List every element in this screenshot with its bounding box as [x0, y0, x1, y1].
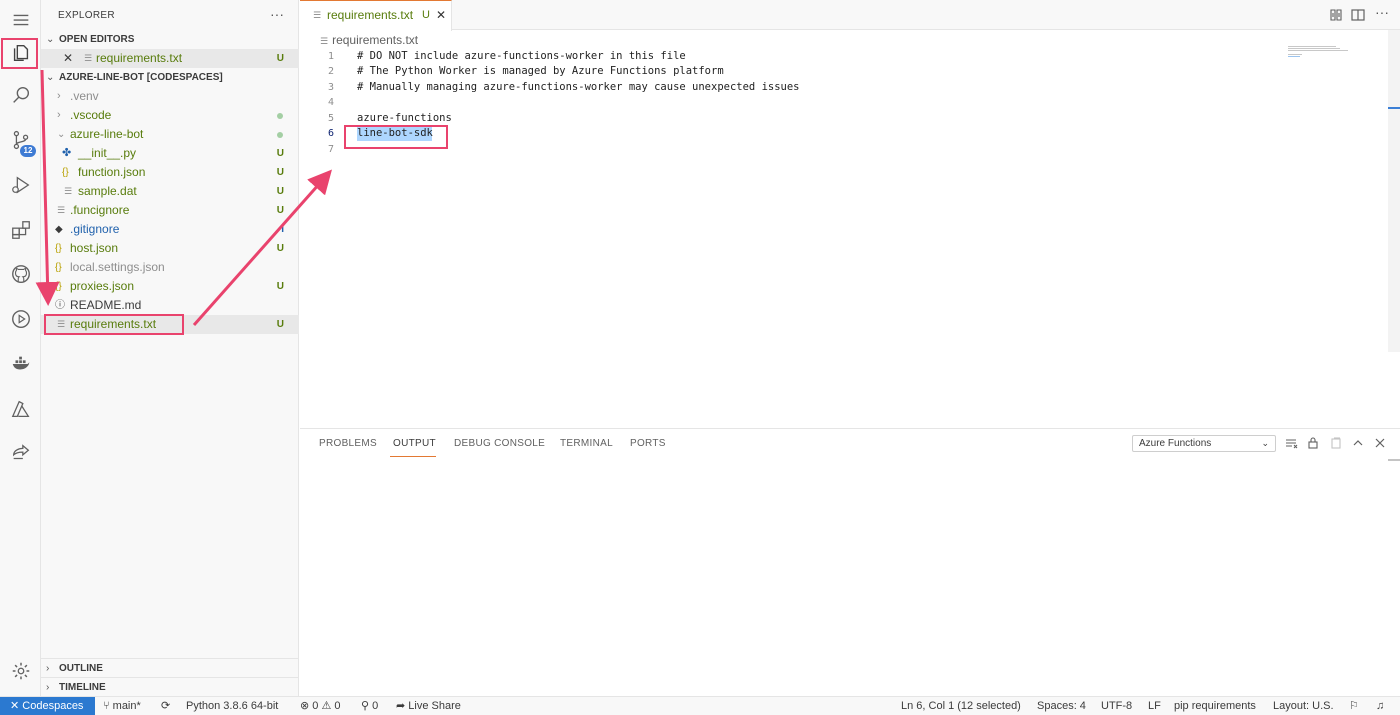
- annotation-arrows: [35, 69, 332, 326]
- arrow-to-editor: [192, 169, 332, 326]
- vscode-window: 12 EXPLORER ··· ⌄ OPEN EDITORS ✕ ☰ requi…: [0, 0, 1400, 715]
- arrow-down: [35, 69, 60, 306]
